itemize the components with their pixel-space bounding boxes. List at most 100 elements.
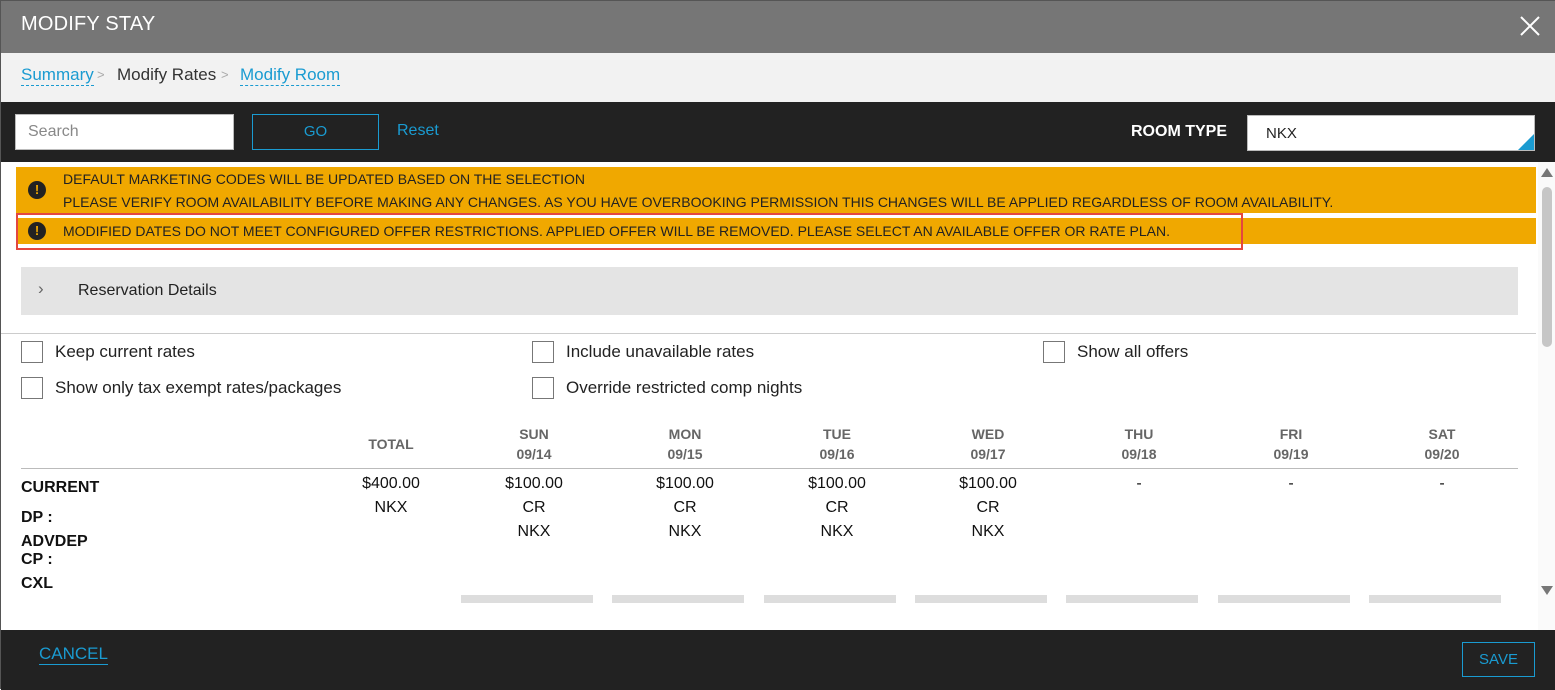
room-type-value: NKX bbox=[1266, 125, 1297, 142]
total-room-code: NKX bbox=[374, 499, 408, 516]
breadcrumb: Summary > Modify Rates > Modify Room bbox=[1, 53, 1555, 102]
modify-stay-dialog: MODIFY STAY Summary > Modify Rates > Mod… bbox=[0, 0, 1555, 690]
day-header-sun: SUN 09/14 bbox=[474, 424, 594, 464]
checkbox-box[interactable] bbox=[1043, 341, 1065, 363]
rate-amount: $100.00 bbox=[808, 475, 866, 492]
search-toolbar: GO Reset ROOM TYPE NKX bbox=[1, 102, 1555, 162]
day-header-thu: THU 09/18 bbox=[1079, 424, 1199, 464]
rate-cell-sun: $100.00 CR NKX bbox=[474, 472, 594, 544]
total-header: TOTAL bbox=[368, 436, 414, 452]
banner-text-marketing: DEFAULT MARKETING CODES WILL BE UPDATED … bbox=[63, 171, 585, 187]
cancel-button[interactable]: CANCEL bbox=[39, 644, 108, 665]
rate-code: CR bbox=[825, 499, 849, 516]
rate-amount: - bbox=[1288, 475, 1294, 492]
day-header-tue: TUE 09/16 bbox=[777, 424, 897, 464]
divider bbox=[1, 333, 1536, 334]
exclamation-icon: ! bbox=[28, 181, 46, 199]
room-code: NKX bbox=[668, 523, 702, 540]
checkbox-box[interactable] bbox=[532, 341, 554, 363]
day-name: SAT bbox=[1428, 426, 1456, 442]
room-type-select[interactable]: NKX bbox=[1247, 115, 1535, 151]
day-date: 09/18 bbox=[1121, 446, 1157, 462]
highlight-box bbox=[16, 213, 1243, 250]
total-amount: $400.00 bbox=[362, 475, 420, 492]
breadcrumb-separator: > bbox=[97, 67, 105, 82]
day-name: WED bbox=[971, 426, 1005, 442]
rate-code: CR bbox=[522, 499, 546, 516]
rate-amount: $100.00 bbox=[505, 475, 563, 492]
search-input[interactable] bbox=[15, 114, 234, 150]
go-button[interactable]: GO bbox=[252, 114, 379, 150]
scroll-thumb[interactable] bbox=[1542, 187, 1552, 347]
next-row-cell bbox=[461, 595, 593, 603]
day-date: 09/19 bbox=[1273, 446, 1309, 462]
keep-current-rates-checkbox[interactable]: Keep current rates bbox=[21, 341, 195, 363]
total-cell: $400.00 NKX bbox=[331, 472, 451, 520]
cancel-policy-label: CP : bbox=[21, 551, 53, 568]
rate-amount: - bbox=[1136, 475, 1142, 492]
checkbox-box[interactable] bbox=[21, 377, 43, 399]
tax-exempt-checkbox[interactable]: Show only tax exempt rates/packages bbox=[21, 377, 341, 399]
day-name: THU bbox=[1124, 426, 1154, 442]
breadcrumb-modify-room[interactable]: Modify Room bbox=[240, 65, 341, 86]
rate-amount: - bbox=[1439, 475, 1445, 492]
day-name: FRI bbox=[1279, 426, 1303, 442]
current-row-label: CURRENT bbox=[21, 479, 100, 496]
scroll-down-icon[interactable] bbox=[1541, 586, 1553, 595]
day-name: TUE bbox=[823, 426, 851, 442]
day-name: SUN bbox=[519, 426, 549, 442]
day-header-mon: MON 09/15 bbox=[625, 424, 745, 464]
room-code: NKX bbox=[971, 523, 1005, 540]
rate-code: CR bbox=[976, 499, 1000, 516]
rate-code: CR bbox=[673, 499, 697, 516]
include-unavailable-rates-checkbox[interactable]: Include unavailable rates bbox=[532, 341, 754, 363]
checkbox-label: Include unavailable rates bbox=[566, 342, 755, 361]
rate-amount: $100.00 bbox=[656, 475, 714, 492]
next-row-cell bbox=[1369, 595, 1501, 603]
dialog-title: MODIFY STAY bbox=[21, 13, 156, 35]
day-header-fri: FRI 09/19 bbox=[1231, 424, 1351, 464]
rate-cell-wed: $100.00 CR NKX bbox=[928, 472, 1048, 544]
checkbox-box[interactable] bbox=[21, 341, 43, 363]
table-header-divider bbox=[21, 468, 1518, 469]
rate-amount: $100.00 bbox=[959, 475, 1017, 492]
day-date: 09/15 bbox=[667, 446, 703, 462]
checkbox-label: Show only tax exempt rates/packages bbox=[55, 378, 342, 397]
rate-cell-sat: - bbox=[1382, 472, 1502, 496]
day-date: 09/16 bbox=[819, 446, 855, 462]
reservation-details-label: Reservation Details bbox=[78, 282, 217, 299]
next-row-cell bbox=[612, 595, 744, 603]
breadcrumb-summary[interactable]: Summary bbox=[21, 65, 94, 86]
scroll-up-icon[interactable] bbox=[1541, 168, 1553, 177]
show-all-offers-checkbox[interactable]: Show all offers bbox=[1043, 341, 1188, 363]
deposit-value: ADVDEP bbox=[21, 533, 88, 550]
dialog-footer: CANCEL SAVE bbox=[1, 630, 1555, 690]
deposit-label: DP : bbox=[21, 509, 53, 526]
rate-cell-tue: $100.00 CR NKX bbox=[777, 472, 897, 544]
next-row-cell bbox=[1066, 595, 1198, 603]
override-comp-nights-checkbox[interactable]: Override restricted comp nights bbox=[532, 377, 802, 399]
day-date: 09/17 bbox=[970, 446, 1006, 462]
dropdown-corner-icon bbox=[1518, 134, 1534, 150]
next-row-cell bbox=[915, 595, 1047, 603]
reservation-details-toggle[interactable]: › Reservation Details bbox=[21, 267, 1518, 315]
content-scroll-area: ! DEFAULT MARKETING CODES WILL BE UPDATE… bbox=[1, 162, 1555, 630]
close-icon[interactable] bbox=[1517, 13, 1543, 39]
next-row-cell bbox=[1218, 595, 1350, 603]
room-code: NKX bbox=[517, 523, 551, 540]
day-date: 09/14 bbox=[516, 446, 552, 462]
checkbox-label: Override restricted comp nights bbox=[566, 378, 803, 397]
room-type-label: ROOM TYPE bbox=[1131, 123, 1228, 140]
day-name: MON bbox=[668, 426, 702, 442]
day-header-wed: WED 09/17 bbox=[928, 424, 1048, 464]
checkbox-label: Show all offers bbox=[1077, 342, 1189, 361]
reset-link[interactable]: Reset bbox=[397, 122, 439, 140]
next-row-cell bbox=[764, 595, 896, 603]
save-button[interactable]: SAVE bbox=[1462, 642, 1535, 677]
cancel-policy-value: CXL bbox=[21, 575, 53, 592]
dialog-titlebar: MODIFY STAY bbox=[1, 1, 1555, 53]
warning-banner: ! DEFAULT MARKETING CODES WILL BE UPDATE… bbox=[16, 167, 1536, 213]
checkbox-box[interactable] bbox=[532, 377, 554, 399]
vertical-scrollbar[interactable] bbox=[1538, 162, 1555, 630]
chevron-right-icon: › bbox=[38, 279, 44, 298]
